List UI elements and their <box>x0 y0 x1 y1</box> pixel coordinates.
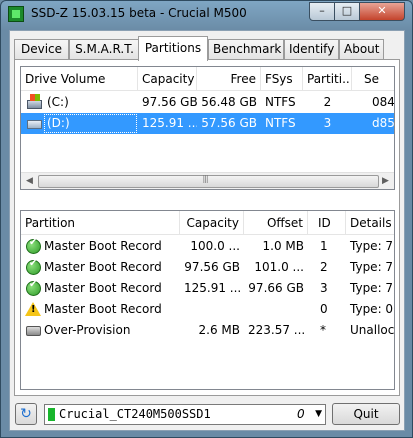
partition-id: * <box>320 323 326 337</box>
partition-capacity: 2.6 MB <box>198 323 240 337</box>
partition-row[interactable]: Master Boot Record 0 Type: 0; <box>21 299 394 320</box>
partition-offset: 101.0 ... <box>254 260 304 274</box>
partition-capacity: 125.91 ... <box>184 281 242 295</box>
partition-capacity: 100.0 ... <box>190 239 240 253</box>
column-drive-volume[interactable]: Drive Volume <box>21 67 138 91</box>
column-capacity[interactable]: Capacity <box>138 67 197 91</box>
partition-row[interactable]: Master Boot Record 97.56 GB 101.0 ... 2 … <box>21 257 394 278</box>
quit-button[interactable]: Quit <box>332 403 400 425</box>
drive-serial: 084c <box>372 95 395 109</box>
drive-icon <box>27 120 42 129</box>
drive-capacity: 97.56 GB <box>142 95 197 109</box>
partition-name: Master Boot Record <box>44 281 162 295</box>
drive-free: 57.56 GB <box>201 116 257 130</box>
partition-capacity <box>180 299 244 320</box>
column-fsys[interactable]: FSys <box>261 67 303 91</box>
partition-id: 2 <box>320 260 328 274</box>
partition-offset <box>244 299 308 320</box>
partition-details: Type: 7; <box>350 239 395 253</box>
partition-row[interactable]: Master Boot Record 125.91 ... 97.66 GB 3… <box>21 278 394 299</box>
minimize-button[interactable]: – <box>309 2 335 21</box>
window-title: SSD-Z 15.03.15 beta - Crucial M500 <box>31 6 247 20</box>
drive-fsys: NTFS <box>265 116 296 130</box>
partition-name: Master Boot Record <box>44 302 162 316</box>
drive-volume: (C:) <box>47 95 69 109</box>
drive-list-scrollbar[interactable]: ◀ ▶ <box>21 172 394 189</box>
close-button[interactable]: ✕ <box>359 2 405 21</box>
selected-drive-index: 0 <box>297 407 305 421</box>
partition-details: Unalloca <box>350 323 395 337</box>
refresh-icon: ↻ <box>20 406 32 422</box>
partition-list-header: Partition Capacity Offset ID Details <box>21 211 394 235</box>
maximize-button[interactable]: □ <box>334 2 360 21</box>
selected-drive-name: Crucial_CT240M500SSD1 <box>59 407 211 421</box>
chevron-down-icon[interactable]: ▼ <box>315 405 322 424</box>
column-id[interactable]: ID <box>308 211 346 235</box>
column-partition[interactable]: Partition <box>21 211 180 235</box>
column-details[interactable]: Details <box>346 211 394 235</box>
partition-id: 1 <box>320 239 328 253</box>
partition-offset: 1.0 MB <box>262 239 304 253</box>
column-offset[interactable]: Offset <box>244 211 308 235</box>
partition-row[interactable]: Master Boot Record 100.0 ... 1.0 MB 1 Ty… <box>21 236 394 257</box>
column-serial[interactable]: Se <box>352 67 394 91</box>
drive-volume: (D:) <box>43 113 138 134</box>
title-bar[interactable]: SSD-Z 15.03.15 beta - Crucial M500 – □ ✕ <box>1 1 412 29</box>
tab-benchmark[interactable]: Benchmark <box>208 39 284 60</box>
drive-partition: 2 <box>323 95 332 109</box>
tab-smart[interactable]: S.M.A.R.T. <box>69 39 140 60</box>
scroll-right-arrow-icon[interactable]: ▶ <box>377 173 394 189</box>
partition-details: Type: 7; <box>350 281 395 295</box>
drive-capacity: 125.91 ... <box>142 116 197 130</box>
app-window: SSD-Z 15.03.15 beta - Crucial M500 – □ ✕… <box>0 0 413 438</box>
tab-device[interactable]: Device <box>14 39 69 60</box>
tab-about[interactable]: About <box>339 39 384 60</box>
partition-list[interactable]: Partition Capacity Offset ID Details Mas… <box>20 210 395 390</box>
partition-details: Type: 0; <box>350 302 395 316</box>
column-capacity[interactable]: Capacity <box>180 211 244 235</box>
drive-serial: d858 <box>372 116 395 130</box>
partition-offset: 97.66 GB <box>248 281 304 295</box>
drive-list-header: Drive Volume Capacity Free FSys Partiti.… <box>21 67 394 91</box>
drive-fsys: NTFS <box>265 95 296 109</box>
partition-id: 3 <box>320 281 328 295</box>
scroll-thumb[interactable] <box>38 174 379 188</box>
tab-partitions[interactable]: Partitions <box>138 36 208 61</box>
partition-name: Master Boot Record <box>44 239 162 253</box>
partition-name: Master Boot Record <box>44 260 162 274</box>
windows-drive-icon <box>27 94 42 109</box>
check-icon <box>26 237 41 254</box>
drive-row[interactable]: (C:) 97.56 GB 56.48 GB NTFS 2 084c <box>21 92 394 113</box>
partition-row[interactable]: Over-Provision 2.6 MB 223.57 ... * Unall… <box>21 320 394 341</box>
client-area: Device S.M.A.R.T. Partitions Benchmark I… <box>9 30 405 431</box>
disk-icon <box>26 326 41 336</box>
check-icon <box>26 258 41 275</box>
partition-capacity: 97.56 GB <box>184 260 240 274</box>
drive-free: 56.48 GB <box>201 95 257 109</box>
warning-icon <box>25 302 41 316</box>
drive-partition: 3 <box>323 116 332 130</box>
partition-offset: 223.57 ... <box>248 323 306 337</box>
drive-volume-list[interactable]: Drive Volume Capacity Free FSys Partiti.… <box>20 66 395 190</box>
refresh-button[interactable]: ↻ <box>15 403 37 425</box>
scroll-left-arrow-icon[interactable]: ◀ <box>21 173 38 189</box>
drive-status-led <box>48 408 55 421</box>
column-free[interactable]: Free <box>197 67 261 91</box>
check-icon <box>26 279 41 296</box>
drive-selector[interactable]: Crucial_CT240M500SSD1 0 ▼ <box>44 404 326 425</box>
drive-row-selected[interactable]: (D:) 125.91 ... 57.56 GB NTFS 3 d858 <box>21 113 394 134</box>
tab-identify[interactable]: Identify <box>284 39 339 60</box>
partition-id: 0 <box>320 302 328 316</box>
partitions-panel: Drive Volume Capacity Free FSys Partiti.… <box>14 59 400 396</box>
ssd-z-app-icon <box>8 6 24 22</box>
partition-details: Type: 7; <box>350 260 395 274</box>
partition-name: Over-Provision <box>44 323 131 337</box>
column-partition[interactable]: Partiti... <box>303 67 352 91</box>
